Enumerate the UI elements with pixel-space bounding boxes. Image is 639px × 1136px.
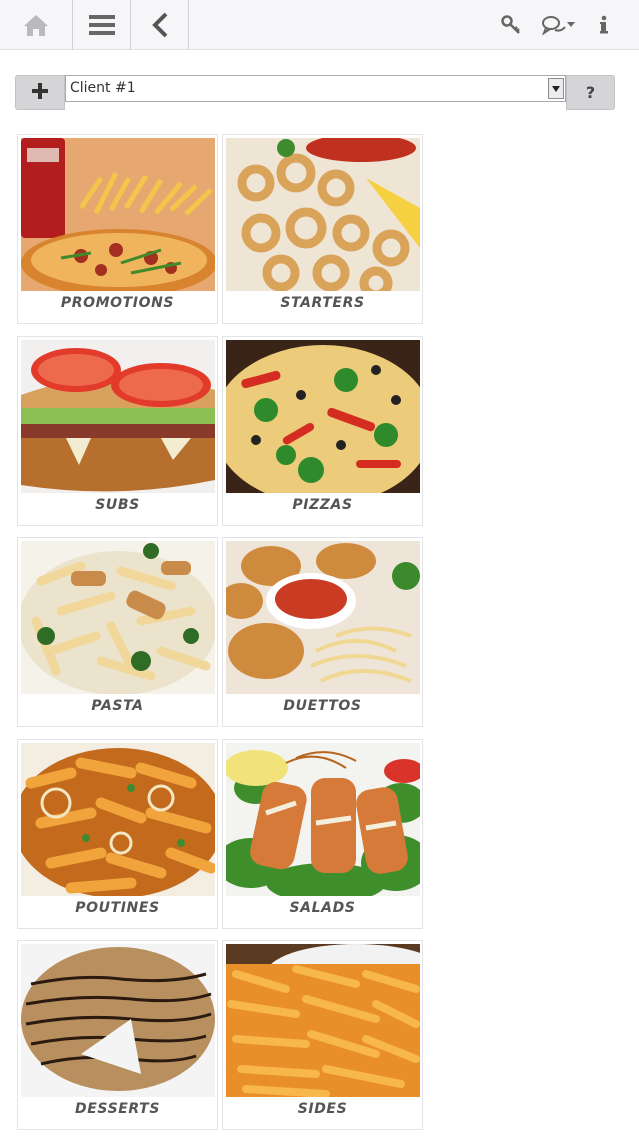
category-tile-starters[interactable]: STARTERS xyxy=(222,134,423,324)
category-label: PASTA xyxy=(91,698,144,714)
category-tile-sides[interactable]: SIDES xyxy=(222,940,423,1130)
back-button[interactable] xyxy=(131,0,188,50)
hamburger-menu-icon xyxy=(88,15,115,35)
dropdown-arrow-icon[interactable] xyxy=(548,78,564,99)
pizzas-image xyxy=(226,340,420,493)
add-client-button[interactable] xyxy=(15,75,65,110)
chevron-left-icon xyxy=(151,12,169,38)
category-tile-promotions[interactable]: PROMOTIONS xyxy=(17,134,218,324)
info-icon xyxy=(599,15,609,35)
client-selector-row: Client #1 ? xyxy=(15,75,615,110)
category-label: DUETTOS xyxy=(283,698,362,714)
nav-separator xyxy=(188,0,189,50)
home-icon xyxy=(23,13,49,37)
sides-image xyxy=(226,944,420,1097)
category-label: SUBS xyxy=(95,497,140,513)
category-label: SIDES xyxy=(297,1101,348,1117)
category-label: PROMOTIONS xyxy=(60,295,175,311)
category-tile-salads[interactable]: SALADS xyxy=(222,739,423,929)
chat-bubbles-icon xyxy=(541,15,575,35)
category-label: STARTERS xyxy=(280,295,365,311)
category-label: SALADS xyxy=(289,900,356,916)
salads-image xyxy=(226,743,420,896)
promotions-image xyxy=(21,138,215,291)
subs-image xyxy=(21,340,215,493)
category-tile-duettos[interactable]: DUETTOS xyxy=(222,537,423,727)
desserts-image xyxy=(21,944,215,1097)
top-navigation-bar xyxy=(0,0,639,50)
category-tile-subs[interactable]: SUBS xyxy=(17,336,218,526)
category-tile-desserts[interactable]: DESSERTS xyxy=(17,940,218,1130)
client-select[interactable]: Client #1 xyxy=(65,75,566,102)
menu-button[interactable] xyxy=(73,0,130,50)
starters-image xyxy=(226,138,420,291)
chat-button[interactable] xyxy=(536,0,580,50)
category-tile-poutines[interactable]: POUTINES xyxy=(17,739,218,929)
duettos-image xyxy=(226,541,420,694)
key-icon xyxy=(501,15,521,35)
category-tile-pizzas[interactable]: PIZZAS xyxy=(222,336,423,526)
plus-icon xyxy=(32,82,48,103)
poutines-image xyxy=(21,743,215,896)
category-tile-pasta[interactable]: PASTA xyxy=(17,537,218,727)
help-button[interactable]: ? xyxy=(566,75,615,110)
category-label: DESSERTS xyxy=(75,1101,160,1117)
client-select-value: Client #1 xyxy=(70,80,136,96)
home-button[interactable] xyxy=(0,0,72,50)
key-button[interactable] xyxy=(496,0,526,50)
pasta-image xyxy=(21,541,215,694)
info-button[interactable] xyxy=(590,0,618,50)
category-label: PIZZAS xyxy=(292,497,353,513)
category-label: POUTINES xyxy=(75,900,160,916)
